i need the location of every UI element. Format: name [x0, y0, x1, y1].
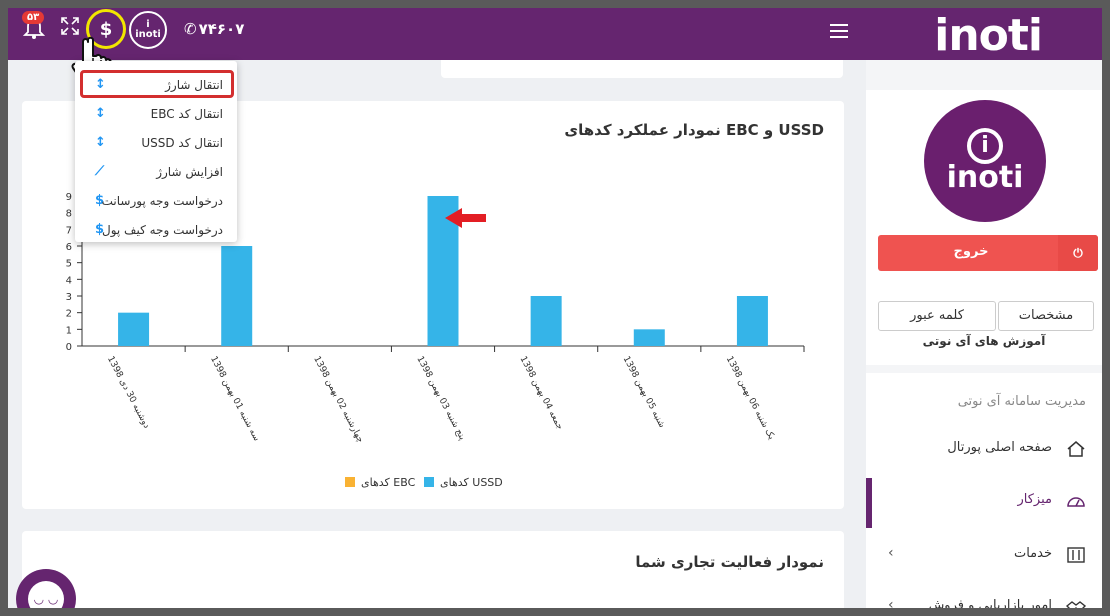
logout-button[interactable]: خروج ⏻ [878, 235, 1098, 271]
power-icon: ⏻ [1058, 235, 1098, 271]
y-tick-label: 8 [66, 209, 72, 220]
sidebar: i inoti خروج ⏻ کلمه عبور مشخصات آموزش ها… [866, 60, 1102, 608]
inoti-logo-button[interactable]: i inoti [129, 11, 167, 49]
y-tick-label: 9 [66, 192, 72, 203]
legend-label: کدهای USSD [440, 476, 503, 489]
profile-button[interactable]: مشخصات [998, 301, 1094, 331]
dropdown-item-commission-request[interactable]: $ درخواست وجه پورسانت [75, 186, 237, 215]
legend-swatch [345, 477, 355, 487]
home-icon [1066, 440, 1086, 458]
y-tick-label: 2 [66, 309, 72, 320]
x-tick-label: یک شنبه 06 بهمن 1398 [724, 355, 777, 442]
notification-badge: ۵۳ [22, 11, 45, 24]
handshake-icon [1065, 598, 1087, 608]
finance-dropdown: ↕ انتقال شارژ ↕ EBC انتقال کد ↕ USSD انت… [75, 61, 237, 242]
y-tick-label: 1 [66, 325, 72, 336]
legend-label: کدهای EBC [361, 476, 416, 489]
dropdown-item-ussd-transfer[interactable]: ↕ USSD انتقال کد [75, 128, 237, 157]
y-tick-label: 4 [66, 275, 72, 286]
x-tick-label: پنج شنبه 03 بهمن 1398 [414, 355, 467, 443]
bar-ussd [118, 312, 150, 346]
top-card-edge [441, 60, 843, 78]
phone-icon: ✆ [184, 20, 197, 38]
chevron-left-icon: ‹ [888, 545, 894, 561]
user-avatar: i inoti [924, 100, 1046, 222]
app-window: ۵۳ $ i inoti ✆ ۷۴۶۰۷ inoti نمودار عملکرد… [8, 8, 1102, 608]
x-tick-label: شنبه 05 بهمن 1398 [621, 355, 667, 430]
bar-ussd [530, 296, 562, 346]
chevron-left-icon: ‹ [888, 597, 894, 608]
support-phone[interactable]: ✆ ۷۴۶۰۷ [184, 20, 244, 38]
x-tick-label: سه شنبه 01 بهمن 1398 [208, 355, 261, 443]
x-tick-label: جمعه 04 بهمن 1398 [517, 355, 564, 432]
y-tick-label: 3 [66, 292, 72, 303]
tutorials-link[interactable]: آموزش های آی نوتی [866, 334, 1102, 348]
bar-ussd [221, 246, 253, 346]
dropdown-item-ebc-transfer[interactable]: ↕ EBC انتقال کد [75, 99, 237, 128]
fullscreen-icon[interactable] [60, 16, 80, 36]
dropdown-item-increase-charge[interactable]: ⟋ افزایش شارژ [75, 157, 237, 186]
y-tick-label: 5 [66, 259, 72, 270]
y-tick-label: 7 [66, 225, 72, 236]
face-icon: ◡ ◡ [28, 581, 64, 608]
x-tick-label: دوشنبه 30 دی 1398 [105, 355, 151, 430]
password-button[interactable]: کلمه عبور [878, 301, 996, 331]
y-tick-label: 6 [66, 242, 72, 253]
sidebar-item-dashboard[interactable]: میزکار [866, 478, 1102, 528]
y-tick-label: 0 [66, 342, 72, 353]
transfer-icon: ↕ [95, 135, 106, 150]
transfer-icon: ↕ [95, 106, 106, 121]
chart-up-icon: ⟋ [95, 164, 105, 179]
bar-ussd [736, 296, 768, 346]
dashboard-icon [1066, 492, 1086, 510]
sidebar-item-marketing[interactable]: ‹ امور بازاریابی و فروش [866, 584, 1102, 608]
brand-logo[interactable]: inoti [934, 10, 1043, 61]
bar-ussd [633, 329, 665, 346]
sidebar-section-title: مدیریت سامانه آی نوتی [957, 394, 1086, 409]
activity-title: نمودار فعالیت تجاری شما [635, 553, 824, 571]
legend-swatch [424, 477, 434, 487]
x-tick-label: چهارشنبه 02 بهمن 1398 [311, 355, 365, 445]
activity-chart-card: نمودار فعالیت تجاری شما [22, 531, 844, 608]
sidebar-item-services[interactable]: ‹ خدمات [866, 532, 1102, 578]
highlight-box [80, 70, 234, 98]
services-icon [1066, 546, 1086, 564]
menu-toggle-icon[interactable] [830, 24, 848, 42]
top-bar: ۵۳ $ i inoti ✆ ۷۴۶۰۷ inoti [8, 8, 1102, 61]
sidebar-item-portal-home[interactable]: صفحه اصلی پورتال [866, 426, 1102, 472]
dropdown-item-wallet-request[interactable]: $ درخواست وجه کیف پول [75, 215, 237, 244]
